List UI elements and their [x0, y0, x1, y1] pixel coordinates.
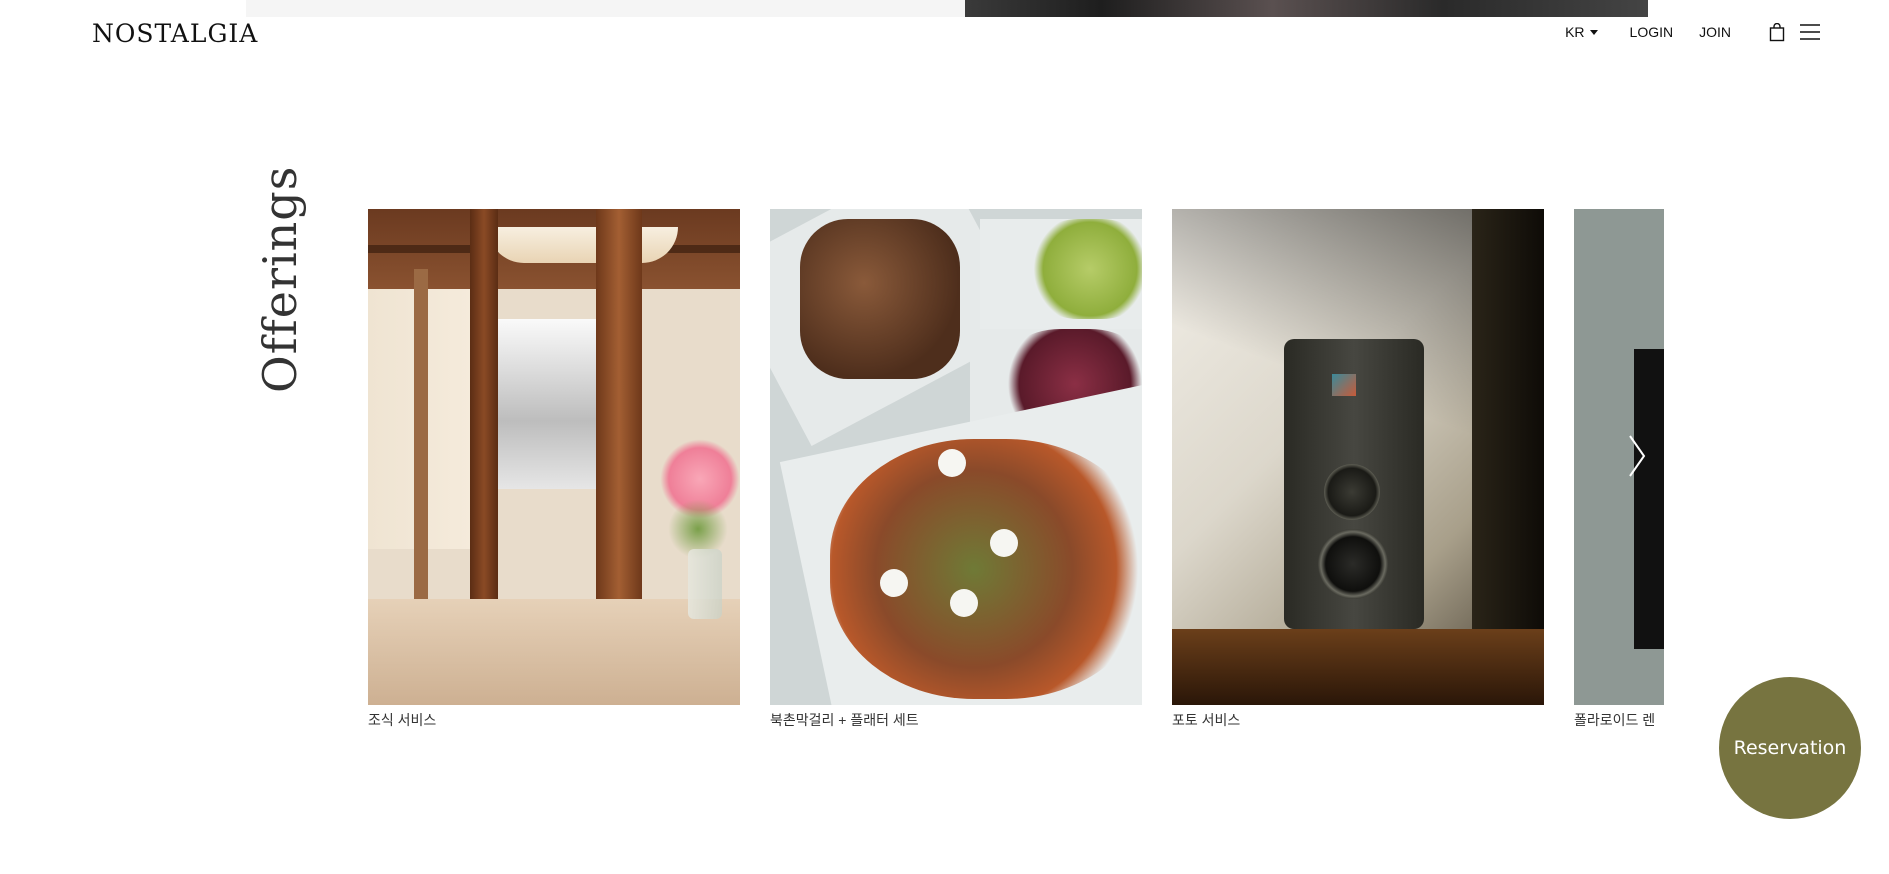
offering-caption[interactable]: 폴라로이드 렌 [1574, 710, 1664, 730]
offering-photo-polaroid[interactable] [1574, 209, 1664, 705]
reservation-button[interactable]: Reservation [1719, 677, 1861, 819]
site-logo[interactable]: NOSTALGIA [92, 19, 258, 49]
offering-card-polaroid[interactable]: 폴라로이드 렌 [1574, 209, 1664, 730]
offering-photo-breakfast[interactable] [368, 209, 740, 705]
offering-photo-platter[interactable] [770, 209, 1142, 705]
join-link[interactable]: JOIN [1699, 24, 1731, 40]
section-title: Offerings [253, 165, 307, 393]
shopping-bag-icon[interactable] [1769, 22, 1785, 42]
offering-card-platter[interactable]: 북촌막걸리 + 플래터 세트 [770, 209, 1142, 730]
offering-caption[interactable]: 포토 서비스 [1172, 710, 1544, 730]
offering-card-breakfast[interactable]: 조식 서비스 [368, 209, 740, 730]
hamburger-menu-icon[interactable] [1799, 23, 1821, 41]
language-selector[interactable]: KR [1565, 24, 1598, 40]
offering-caption[interactable]: 조식 서비스 [368, 710, 740, 730]
offerings-carousel[interactable]: 조식 서비스 북촌막걸리 + 플래터 세트 포토 서비스 폴라로이드 렌 [368, 209, 1664, 739]
offering-card-photo[interactable]: 포토 서비스 [1172, 209, 1544, 730]
login-link[interactable]: LOGIN [1630, 24, 1674, 40]
reservation-label: Reservation [1733, 737, 1847, 759]
chevron-right-icon [1629, 435, 1646, 477]
previous-section-photo [965, 0, 1648, 17]
caret-down-icon [1589, 29, 1598, 35]
carousel-next-button[interactable] [1625, 432, 1649, 480]
offering-photo-camera[interactable] [1172, 209, 1544, 705]
top-navigation: KR LOGIN JOIN [1565, 18, 1821, 46]
offering-caption[interactable]: 북촌막걸리 + 플래터 세트 [770, 710, 1142, 730]
language-label: KR [1565, 24, 1585, 40]
